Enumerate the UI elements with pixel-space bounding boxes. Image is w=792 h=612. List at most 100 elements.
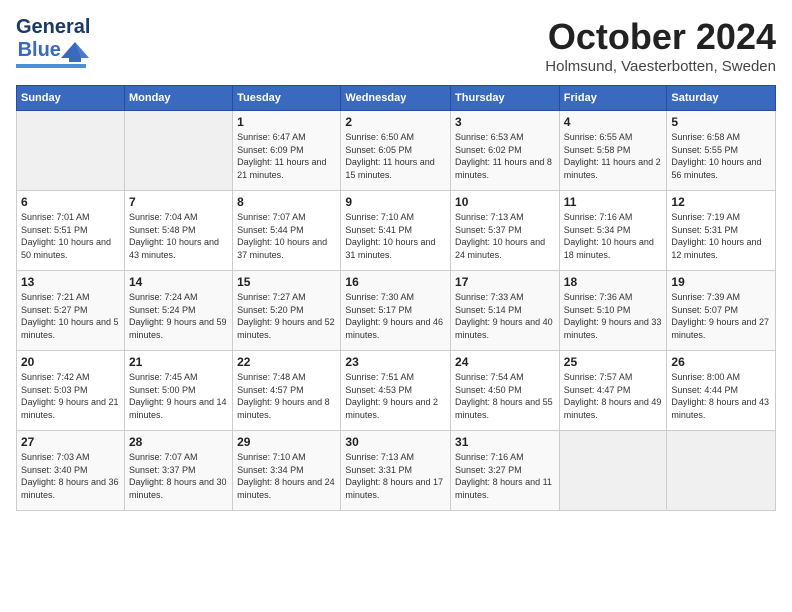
day-info: Sunrise: 7:16 AM Sunset: 5:34 PM Dayligh… bbox=[564, 211, 663, 261]
calendar-cell: 1 Sunrise: 6:47 AM Sunset: 6:09 PM Daylig… bbox=[233, 111, 341, 191]
day-info: Sunrise: 7:16 AM Sunset: 3:27 PM Dayligh… bbox=[455, 451, 555, 501]
logo: General Blue bbox=[16, 16, 90, 68]
calendar-cell: 6Sunrise: 7:01 AM Sunset: 5:51 PM Daylig… bbox=[17, 191, 125, 271]
day-info: Sunrise: 7:13 AM Sunset: 5:37 PM Dayligh… bbox=[455, 211, 555, 261]
day-info: Sunrise: 8:00 AM Sunset: 4:44 PM Dayligh… bbox=[671, 371, 771, 421]
day-header-monday: Monday bbox=[124, 86, 232, 111]
day-number: 17 bbox=[455, 275, 555, 289]
calendar-cell: 20Sunrise: 7:42 AM Sunset: 5:03 PM Dayli… bbox=[17, 351, 125, 431]
day-info: Sunrise: 7:33 AM Sunset: 5:14 PM Dayligh… bbox=[455, 291, 555, 341]
calendar-cell bbox=[559, 431, 667, 511]
calendar-cell: 19 Sunrise: 7:39 AM Sunset: 5:07 PM Dayli… bbox=[667, 271, 776, 351]
day-number: 4 bbox=[564, 115, 663, 129]
month-title: October 2024 bbox=[545, 16, 776, 58]
week-row-3: 13 Sunrise: 7:21 AM Sunset: 5:27 PM Dayli… bbox=[17, 271, 776, 351]
logo-icon bbox=[61, 40, 89, 62]
day-info: Sunrise: 7:45 AM Sunset: 5:00 PM Dayligh… bbox=[129, 371, 228, 421]
day-info: Sunrise: 7:07 AM Sunset: 3:37 PM Dayligh… bbox=[129, 451, 228, 501]
day-info: Sunrise: 6:53 AM Sunset: 6:02 PM Dayligh… bbox=[455, 131, 555, 181]
day-info: Sunrise: 7:57 AM Sunset: 4:47 PM Dayligh… bbox=[564, 371, 663, 421]
day-header-sunday: Sunday bbox=[17, 86, 125, 111]
day-number: 1 bbox=[237, 115, 336, 129]
calendar-body: 1 Sunrise: 6:47 AM Sunset: 6:09 PM Daylig… bbox=[17, 111, 776, 511]
day-info: Sunrise: 7:04 AM Sunset: 5:48 PM Dayligh… bbox=[129, 211, 228, 261]
logo-general: General bbox=[16, 16, 90, 39]
week-row-1: 1 Sunrise: 6:47 AM Sunset: 6:09 PM Daylig… bbox=[17, 111, 776, 191]
day-info: Sunrise: 7:51 AM Sunset: 4:53 PM Dayligh… bbox=[345, 371, 446, 421]
calendar-cell: 24 Sunrise: 7:54 AM Sunset: 4:50 PM Dayli… bbox=[451, 351, 560, 431]
day-number: 6 bbox=[21, 195, 120, 209]
day-header-saturday: Saturday bbox=[667, 86, 776, 111]
day-header-thursday: Thursday bbox=[451, 86, 560, 111]
day-info: Sunrise: 7:03 AM Sunset: 3:40 PM Dayligh… bbox=[21, 451, 120, 501]
day-number: 29 bbox=[237, 435, 336, 449]
calendar-cell: 15Sunrise: 7:27 AM Sunset: 5:20 PM Dayli… bbox=[233, 271, 341, 351]
calendar-cell bbox=[667, 431, 776, 511]
day-info: Sunrise: 7:21 AM Sunset: 5:27 PM Dayligh… bbox=[21, 291, 120, 341]
day-info: Sunrise: 7:36 AM Sunset: 5:10 PM Dayligh… bbox=[564, 291, 663, 341]
day-header-friday: Friday bbox=[559, 86, 667, 111]
day-header-tuesday: Tuesday bbox=[233, 86, 341, 111]
day-info: Sunrise: 7:19 AM Sunset: 5:31 PM Dayligh… bbox=[671, 211, 771, 261]
day-info: Sunrise: 7:07 AM Sunset: 5:44 PM Dayligh… bbox=[237, 211, 336, 261]
calendar-cell: 11 Sunrise: 7:16 AM Sunset: 5:34 PM Dayli… bbox=[559, 191, 667, 271]
day-number: 8 bbox=[237, 195, 336, 209]
calendar-cell: 27Sunrise: 7:03 AM Sunset: 3:40 PM Dayli… bbox=[17, 431, 125, 511]
day-number: 5 bbox=[671, 115, 771, 129]
week-row-5: 27Sunrise: 7:03 AM Sunset: 3:40 PM Dayli… bbox=[17, 431, 776, 511]
page-header: General Blue October 2024 Holmsund, Vaes… bbox=[16, 16, 776, 75]
day-header-wednesday: Wednesday bbox=[341, 86, 451, 111]
day-number: 24 bbox=[455, 355, 555, 369]
day-number: 13 bbox=[21, 275, 120, 289]
calendar-cell: 7Sunrise: 7:04 AM Sunset: 5:48 PM Daylig… bbox=[124, 191, 232, 271]
day-info: Sunrise: 7:54 AM Sunset: 4:50 PM Dayligh… bbox=[455, 371, 555, 421]
day-number: 14 bbox=[129, 275, 228, 289]
day-number: 18 bbox=[564, 275, 663, 289]
calendar-cell: 10 Sunrise: 7:13 AM Sunset: 5:37 PM Dayli… bbox=[451, 191, 560, 271]
day-info: Sunrise: 7:13 AM Sunset: 3:31 PM Dayligh… bbox=[345, 451, 446, 501]
day-number: 16 bbox=[345, 275, 446, 289]
calendar-cell: 21 Sunrise: 7:45 AM Sunset: 5:00 PM Dayli… bbox=[124, 351, 232, 431]
day-number: 25 bbox=[564, 355, 663, 369]
day-number: 23 bbox=[345, 355, 446, 369]
day-info: Sunrise: 7:39 AM Sunset: 5:07 PM Dayligh… bbox=[671, 291, 771, 341]
day-info: Sunrise: 7:10 AM Sunset: 3:34 PM Dayligh… bbox=[237, 451, 336, 501]
day-number: 20 bbox=[21, 355, 120, 369]
calendar-header-row: SundayMondayTuesdayWednesdayThursdayFrid… bbox=[17, 86, 776, 111]
calendar-cell: 16 Sunrise: 7:30 AM Sunset: 5:17 PM Dayli… bbox=[341, 271, 451, 351]
day-number: 2 bbox=[345, 115, 446, 129]
calendar-cell: 28 Sunrise: 7:07 AM Sunset: 3:37 PM Dayli… bbox=[124, 431, 232, 511]
calendar-cell: 22 Sunrise: 7:48 AM Sunset: 4:57 PM Dayli… bbox=[233, 351, 341, 431]
day-info: Sunrise: 6:47 AM Sunset: 6:09 PM Dayligh… bbox=[237, 131, 336, 181]
week-row-4: 20Sunrise: 7:42 AM Sunset: 5:03 PM Dayli… bbox=[17, 351, 776, 431]
day-info: Sunrise: 6:58 AM Sunset: 5:55 PM Dayligh… bbox=[671, 131, 771, 181]
day-info: Sunrise: 7:30 AM Sunset: 5:17 PM Dayligh… bbox=[345, 291, 446, 341]
day-number: 10 bbox=[455, 195, 555, 209]
calendar-cell: 31Sunrise: 7:16 AM Sunset: 3:27 PM Dayli… bbox=[451, 431, 560, 511]
day-number: 22 bbox=[237, 355, 336, 369]
day-number: 21 bbox=[129, 355, 228, 369]
day-info: Sunrise: 6:55 AM Sunset: 5:58 PM Dayligh… bbox=[564, 131, 663, 181]
logo-blue: Blue bbox=[18, 39, 61, 62]
calendar-cell: 13 Sunrise: 7:21 AM Sunset: 5:27 PM Dayli… bbox=[17, 271, 125, 351]
calendar-cell: 18 Sunrise: 7:36 AM Sunset: 5:10 PM Dayli… bbox=[559, 271, 667, 351]
calendar-cell: 17 Sunrise: 7:33 AM Sunset: 5:14 PM Dayli… bbox=[451, 271, 560, 351]
day-number: 19 bbox=[671, 275, 771, 289]
calendar-table: SundayMondayTuesdayWednesdayThursdayFrid… bbox=[16, 85, 776, 511]
day-number: 12 bbox=[671, 195, 771, 209]
calendar-cell bbox=[17, 111, 125, 191]
calendar-cell: 8 Sunrise: 7:07 AM Sunset: 5:44 PM Daylig… bbox=[233, 191, 341, 271]
day-info: Sunrise: 7:48 AM Sunset: 4:57 PM Dayligh… bbox=[237, 371, 336, 421]
day-number: 28 bbox=[129, 435, 228, 449]
location-title: Holmsund, Vaesterbotten, Sweden bbox=[545, 58, 776, 75]
calendar-cell: 23 Sunrise: 7:51 AM Sunset: 4:53 PM Dayli… bbox=[341, 351, 451, 431]
day-number: 11 bbox=[564, 195, 663, 209]
calendar-cell: 4 Sunrise: 6:55 AM Sunset: 5:58 PM Daylig… bbox=[559, 111, 667, 191]
calendar-cell: 14Sunrise: 7:24 AM Sunset: 5:24 PM Dayli… bbox=[124, 271, 232, 351]
calendar-cell: 3Sunrise: 6:53 AM Sunset: 6:02 PM Daylig… bbox=[451, 111, 560, 191]
calendar-cell: 29 Sunrise: 7:10 AM Sunset: 3:34 PM Dayli… bbox=[233, 431, 341, 511]
day-number: 15 bbox=[237, 275, 336, 289]
calendar-cell: 9Sunrise: 7:10 AM Sunset: 5:41 PM Daylig… bbox=[341, 191, 451, 271]
day-info: Sunrise: 7:10 AM Sunset: 5:41 PM Dayligh… bbox=[345, 211, 446, 261]
day-number: 30 bbox=[345, 435, 446, 449]
